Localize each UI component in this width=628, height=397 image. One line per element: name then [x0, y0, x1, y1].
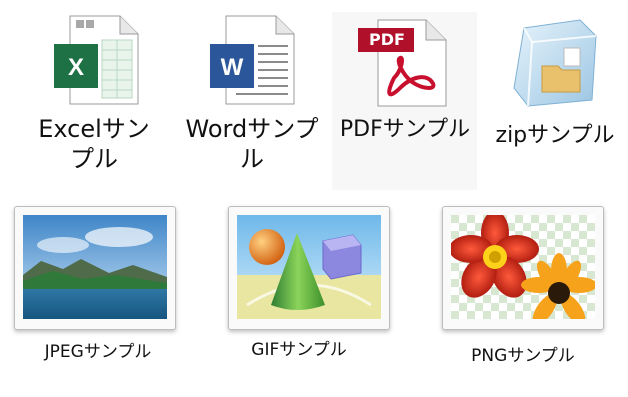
jpeg-image-icon [23, 215, 167, 319]
file-item-zip[interactable]: zipサンプル [488, 12, 623, 194]
file-item-pdf[interactable]: PDF PDFサンプル [332, 12, 477, 190]
file-label-word: Wordサンプル [185, 115, 319, 173]
file-item-word[interactable]: W Wordサンプル [178, 8, 328, 186]
file-item-png[interactable]: PNGサンプル [412, 200, 622, 390]
pdf-badge: PDF [369, 30, 405, 49]
file-item-excel[interactable]: X Excelサンプル [18, 8, 168, 186]
excel-file-icon: X [54, 15, 139, 105]
file-label-gif: GIFサンプル [251, 340, 347, 360]
file-label-jpeg: JPEGサンプル [44, 342, 152, 362]
file-label-excel: Excelサンプル [38, 115, 150, 173]
file-label-pdf: PDFサンプル [339, 117, 471, 142]
png-thumbnail-frame [442, 206, 604, 330]
gif-thumbnail-frame [228, 206, 390, 330]
zip-folder-icon [513, 19, 597, 107]
file-label-zip: zipサンプル [495, 123, 615, 148]
file-item-gif[interactable]: GIFサンプル [204, 200, 394, 382]
word-file-icon: W [210, 15, 295, 105]
gif-image-icon [237, 215, 381, 319]
png-image-icon [451, 215, 595, 319]
svg-text:X: X [68, 54, 84, 81]
svg-text:W: W [221, 54, 244, 81]
file-item-jpeg[interactable]: JPEGサンプル [0, 198, 198, 380]
jpeg-thumbnail-frame [14, 206, 176, 330]
file-label-png: PNGサンプル [471, 346, 575, 366]
